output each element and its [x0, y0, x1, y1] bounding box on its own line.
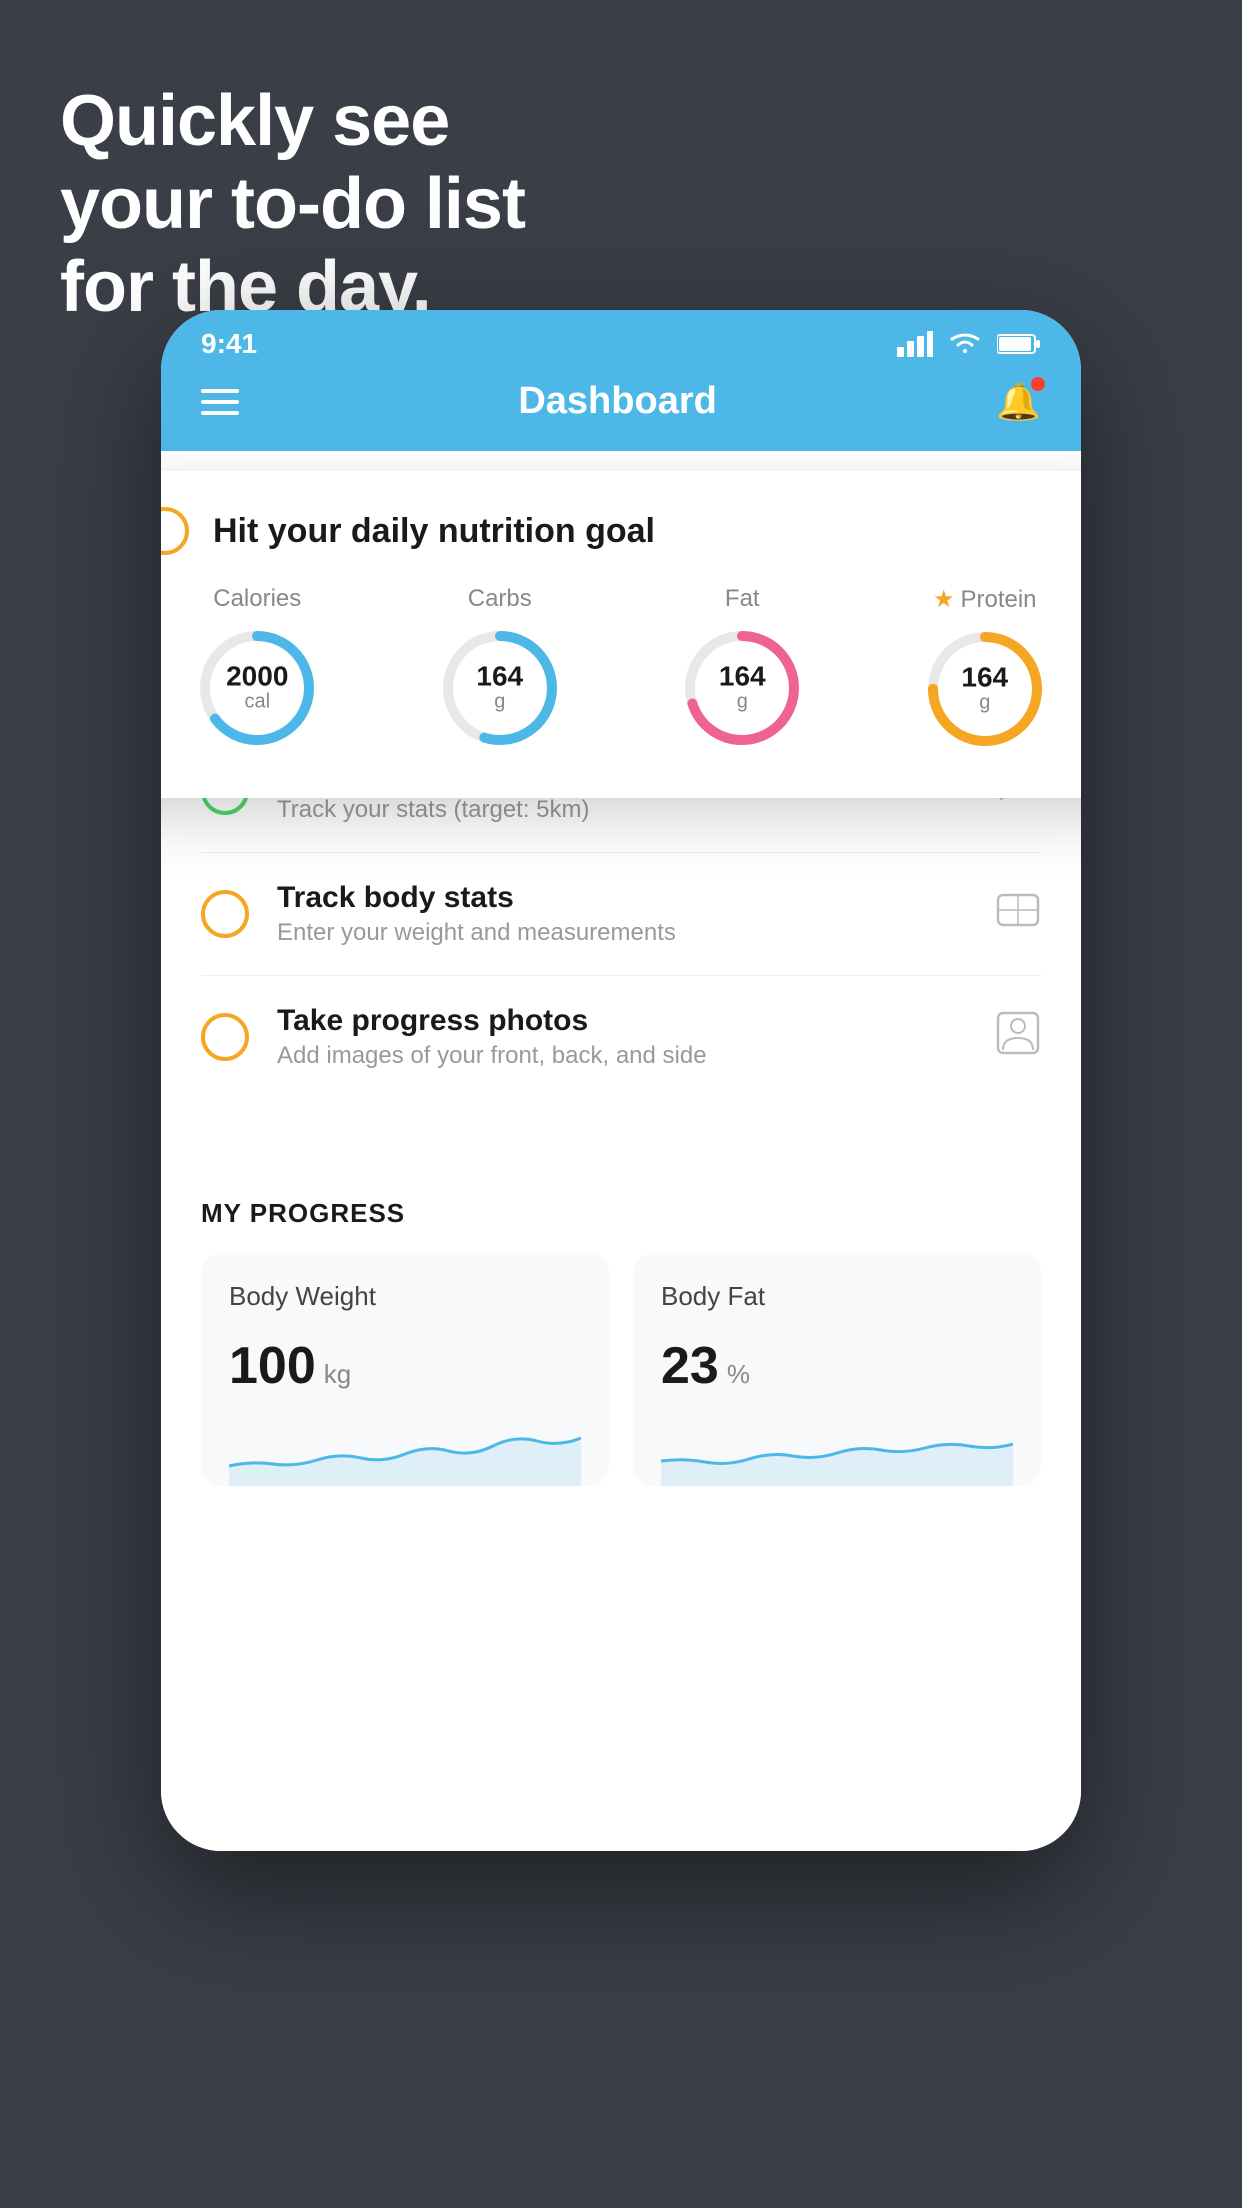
calories-label: Calories: [213, 585, 301, 613]
signal-icon: [897, 331, 933, 357]
nutrition-card: Hit your daily nutrition goal Calories: [161, 471, 1081, 798]
hero-text: Quickly see your to-do list for the day.: [60, 80, 525, 328]
carbs-label: Carbs: [468, 585, 532, 613]
body-fat-card-title: Body Fat: [661, 1281, 1013, 1312]
body-weight-card-title: Body Weight: [229, 1281, 581, 1312]
photos-title: Take progress photos: [277, 1004, 967, 1038]
photos-subtitle: Add images of your front, back, and side: [277, 1042, 967, 1070]
status-icons: [897, 331, 1041, 357]
progress-cards: Body Weight 100 kg: [201, 1253, 1041, 1486]
scale-icon: [995, 887, 1041, 942]
fat-item: Fat 164 g: [677, 585, 807, 754]
body-fat-card[interactable]: Body Fat 23 %: [633, 1253, 1041, 1486]
carbs-donut: 164 g: [435, 623, 565, 753]
body-fat-value: 23: [661, 1336, 719, 1396]
calories-value: 2000: [226, 663, 288, 691]
nav-bar: Dashboard 🔔: [161, 370, 1081, 451]
body-weight-card[interactable]: Body Weight 100 kg: [201, 1253, 609, 1486]
nutrition-checkbox[interactable]: [161, 507, 189, 555]
body-weight-chart: [229, 1416, 581, 1486]
phone-frame: 9:41: [161, 310, 1081, 1851]
body-fat-unit: %: [727, 1359, 750, 1390]
nutrition-card-header: Hit your daily nutrition goal: [161, 507, 1081, 555]
nutrition-circles: Calories 2000 cal: [161, 585, 1081, 754]
calories-item: Calories 2000 cal: [192, 585, 322, 754]
protein-value: 164: [961, 664, 1008, 692]
protein-label: ★ Protein: [933, 585, 1037, 614]
notification-dot: [1031, 377, 1045, 391]
body-weight-unit: kg: [324, 1359, 351, 1390]
hero-line2: your to-do list: [60, 163, 525, 246]
photos-checkbox[interactable]: [201, 1013, 249, 1061]
protein-item: ★ Protein 164 g: [920, 585, 1050, 754]
nav-title: Dashboard: [518, 380, 716, 423]
progress-title: MY PROGRESS: [201, 1198, 1041, 1229]
status-bar: 9:41: [161, 310, 1081, 370]
progress-section: MY PROGRESS Body Weight 100 kg: [161, 1158, 1081, 1486]
running-subtitle: Track your stats (target: 5km): [277, 796, 963, 824]
todo-item-body-stats[interactable]: Track body stats Enter your weight and m…: [201, 853, 1041, 976]
status-time: 9:41: [201, 328, 257, 360]
nutrition-card-title: Hit your daily nutrition goal: [213, 512, 655, 551]
body-weight-value: 100: [229, 1336, 316, 1396]
battery-icon: [997, 333, 1041, 355]
fat-label: Fat: [725, 585, 760, 613]
body-stats-checkbox[interactable]: [201, 890, 249, 938]
body-stats-title: Track body stats: [277, 881, 967, 915]
calories-donut: 2000 cal: [192, 623, 322, 753]
todo-item-photos[interactable]: Take progress photos Add images of your …: [201, 976, 1041, 1098]
body-stats-subtitle: Enter your weight and measurements: [277, 919, 967, 947]
app-content: THINGS TO DO TODAY Hit your daily nutrit…: [161, 451, 1081, 1851]
wifi-icon: [947, 331, 983, 357]
carbs-item: Carbs 164 g: [435, 585, 565, 754]
protein-donut: 164 g: [920, 624, 1050, 754]
phone-wrapper: 9:41: [161, 310, 1081, 1851]
fat-value: 164: [719, 663, 766, 691]
hero-line1: Quickly see: [60, 80, 525, 163]
star-icon: ★: [933, 585, 955, 614]
fat-donut: 164 g: [677, 623, 807, 753]
body-fat-chart: [661, 1416, 1013, 1486]
bell-button[interactable]: 🔔: [996, 381, 1041, 423]
menu-icon[interactable]: [201, 382, 239, 422]
carbs-value: 164: [476, 663, 523, 691]
person-icon: [995, 1010, 1041, 1065]
